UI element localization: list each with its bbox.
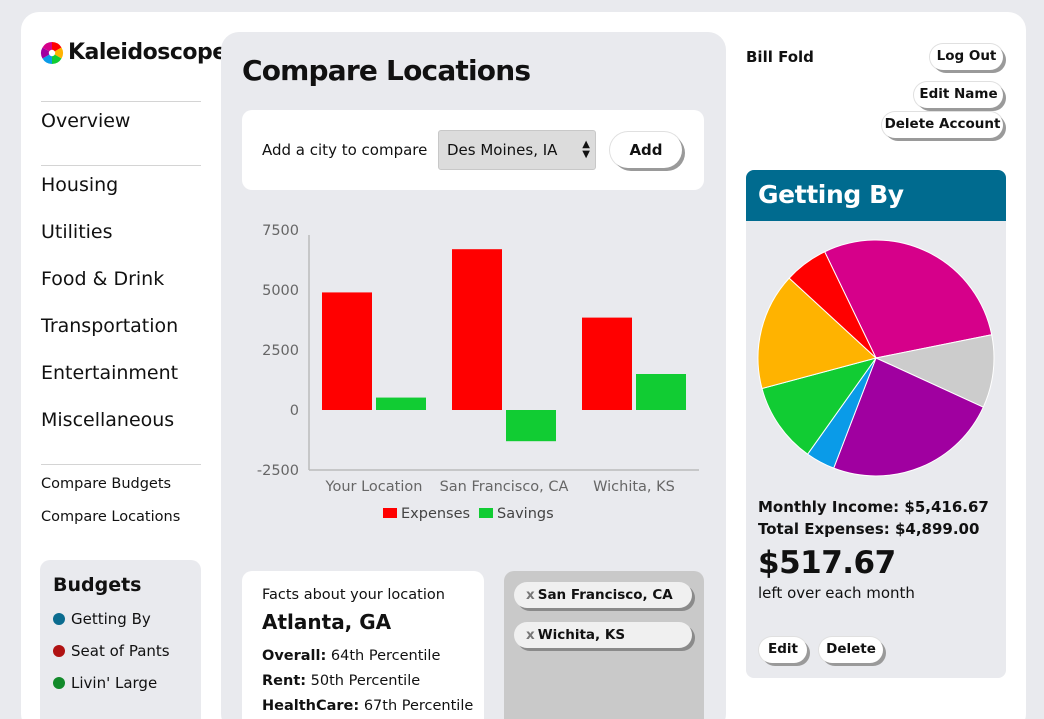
y-tick-label: 7500 [262,223,299,239]
left-over-label: left over each month [758,584,915,602]
delete-account-button[interactable]: Delete Account [882,112,1003,138]
fact-value: 64th Percentile [330,648,441,664]
nav-compare-budgets[interactable]: Compare Budgets [41,476,171,492]
city-select[interactable]: Des Moines, IA ▲ ▼ [438,130,596,170]
budget-color-dot [53,677,65,689]
fact-value: 50th Percentile [310,673,421,689]
edit-name-button[interactable]: Edit Name [914,82,1003,108]
total-expenses: Total Expenses: $4,899.00 [758,520,980,538]
y-tick-label: 5000 [262,283,299,299]
bar-expenses [582,317,632,410]
app-logo[interactable]: Kaleidoscope [40,40,227,65]
facts-city: Atlanta, GA [262,610,392,634]
budget-pie-chart [757,239,995,477]
city-chip-wichita[interactable]: x Wichita, KS [514,622,692,648]
bar-expenses [452,249,502,410]
fact-rent: Rent: 50th Percentile [262,673,420,689]
user-name: Bill Fold [746,48,814,66]
nav-transportation[interactable]: Transportation [41,315,178,337]
compared-cities: x San Francisco, CA x Wichita, KS [504,571,704,719]
facts-heading: Facts about your location [262,587,445,603]
bar-savings [636,374,686,410]
x-tick-label: San Francisco, CA [440,479,569,495]
fact-label: Overall: [262,648,327,664]
fact-value: 67th Percentile [363,698,474,714]
y-tick-label: 2500 [262,343,299,359]
budgets-panel: Budgets Getting By Seat of Pants Livin' … [40,560,201,719]
legend-swatch [479,508,493,518]
legend-swatch [383,508,397,518]
nav-miscellaneous[interactable]: Miscellaneous [41,409,174,431]
budget-item-getting-by[interactable]: Getting By [53,610,151,628]
compare-panel: Compare Locations Add a city to compare … [221,32,726,719]
x-tick-label: Wichita, KS [593,479,675,495]
bar-expenses [322,292,372,410]
nav-food-drink[interactable]: Food & Drink [41,268,164,290]
budget-card-title: Getting By [746,170,1006,221]
legend-label: Savings [497,506,554,522]
city-chip-san-francisco[interactable]: x San Francisco, CA [514,582,692,608]
add-city-button[interactable]: Add [610,132,682,168]
add-city-box: Add a city to compare Des Moines, IA ▲ ▼ … [242,110,704,190]
budget-color-dot [53,613,65,625]
bar-savings [376,397,426,410]
edit-budget-button[interactable]: Edit [759,637,807,663]
bar-savings [506,410,556,442]
city-select-value: Des Moines, IA [447,141,558,159]
kaleidoscope-logo-icon [41,41,63,64]
y-tick-label: 0 [290,403,299,419]
left-over-amount: $517.67 [758,545,896,581]
monthly-income: Monthly Income: $5,416.67 [758,498,989,516]
fact-label: HealthCare: [262,698,360,714]
budgets-title: Budgets [53,574,142,596]
budget-summary-card: Getting By Monthly Income: $5,416.67 Tot… [746,170,1006,678]
divider [41,464,201,465]
nav-utilities[interactable]: Utilities [41,221,113,243]
budget-item-label: Getting By [71,610,151,628]
log-out-button[interactable]: Log Out [930,44,1003,70]
divider [41,165,201,166]
remove-city-icon[interactable]: x [526,627,535,643]
budget-item-seat-of-pants[interactable]: Seat of Pants [53,642,170,660]
fact-overall: Overall: 64th Percentile [262,648,440,664]
page-title: Compare Locations [242,54,531,87]
budget-item-label: Livin' Large [71,674,158,692]
select-arrows-icon: ▲ ▼ [582,139,590,160]
location-facts: Facts about your location Atlanta, GA Ov… [242,571,484,719]
expenses-savings-chart: -2500 0 2500 5000 7500 Your Location San Franc… [257,223,699,522]
fact-healthcare: HealthCare: 67th Percentile [262,698,473,714]
fact-label: Rent: [262,673,307,689]
nav-compare-locations[interactable]: Compare Locations [41,509,180,525]
nav-overview[interactable]: Overview [41,110,130,132]
legend-label: Expenses [401,506,470,522]
divider [41,101,201,102]
y-tick-label: -2500 [257,463,299,479]
x-tick-label: Your Location [325,479,423,495]
nav-housing[interactable]: Housing [41,174,118,196]
budget-item-label: Seat of Pants [71,642,170,660]
city-chip-label: San Francisco, CA [537,587,673,603]
app-name: Kaleidoscope [68,40,227,65]
delete-budget-button[interactable]: Delete [819,637,883,663]
budget-item-livin-large[interactable]: Livin' Large [53,674,157,692]
add-city-label: Add a city to compare [262,141,428,159]
remove-city-icon[interactable]: x [526,587,535,603]
city-chip-label: Wichita, KS [537,627,626,643]
nav-entertainment[interactable]: Entertainment [41,362,178,384]
budget-color-dot [53,645,65,657]
